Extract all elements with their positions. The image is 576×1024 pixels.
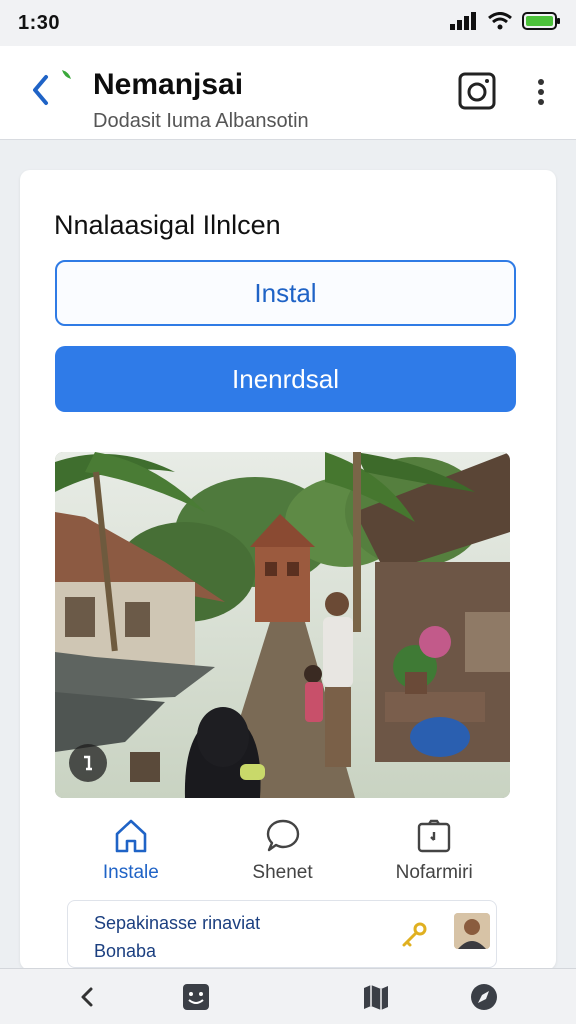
back-button[interactable] (26, 66, 76, 112)
chat-icon (266, 819, 299, 852)
tab-label: Nofarmiri (395, 862, 473, 883)
key-icon (398, 919, 430, 951)
bottom-nav (0, 968, 576, 1024)
nav-compass-button[interactable] (468, 981, 500, 1013)
map-icon (364, 985, 388, 1010)
photo-badge-button[interactable] (69, 744, 107, 782)
avatar[interactable] (454, 913, 490, 949)
tab-label: Instale (102, 862, 159, 883)
nav-smile-button[interactable] (180, 981, 212, 1013)
home-icon (115, 819, 147, 853)
camera-icon (458, 72, 496, 110)
village-scene-image (55, 452, 510, 798)
install-button[interactable]: Instal (55, 260, 516, 326)
nav-map-button[interactable] (360, 981, 392, 1013)
primary-action-button[interactable]: Inenrdsal (55, 346, 516, 412)
nav-back-button[interactable] (72, 981, 104, 1013)
tab-instale[interactable]: Instale (55, 798, 207, 898)
more-button[interactable] (528, 76, 554, 110)
tab-shenet[interactable]: Shenet (207, 798, 359, 898)
tab-nofarmiri[interactable]: Nofarmiri (358, 798, 510, 898)
battery-icon (522, 11, 562, 36)
main-card: Nnalaasigal Ilnlcen Instal Inenrdsal Ins… (20, 170, 556, 970)
promo-line1: Sepakinasse rinaviat (94, 913, 261, 933)
tab-bar: Instale Shenet Nofarmiri (55, 798, 510, 898)
page-subtitle: Dodasit Iuma Albansotin (93, 110, 309, 132)
camera-frame-icon (417, 819, 451, 853)
app-header: Nemanjsai Dodasit Iuma Albansotin (0, 46, 576, 140)
card-title: Nnalaasigal Ilnlcen (54, 210, 281, 240)
promo-card[interactable]: Sepakinasse rinaviat Bonaba (67, 900, 497, 968)
promo-line2: Bonaba (94, 941, 157, 961)
more-vertical-icon (538, 79, 544, 105)
wifi-icon (488, 11, 512, 35)
compass-icon (471, 984, 497, 1010)
smile-icon (183, 984, 209, 1010)
info-icon (84, 755, 92, 771)
status-bar: 1:30 (0, 0, 576, 46)
page-title: Nemanjsai (93, 68, 244, 101)
village-photo (55, 452, 510, 798)
camera-button[interactable] (458, 72, 496, 110)
chevron-left-icon (33, 70, 71, 105)
back-arrow-icon (81, 987, 93, 1007)
status-icons (450, 11, 562, 36)
status-time: 1:30 (18, 11, 61, 34)
signal-icon (450, 11, 478, 35)
tab-label: Shenet (252, 862, 313, 883)
